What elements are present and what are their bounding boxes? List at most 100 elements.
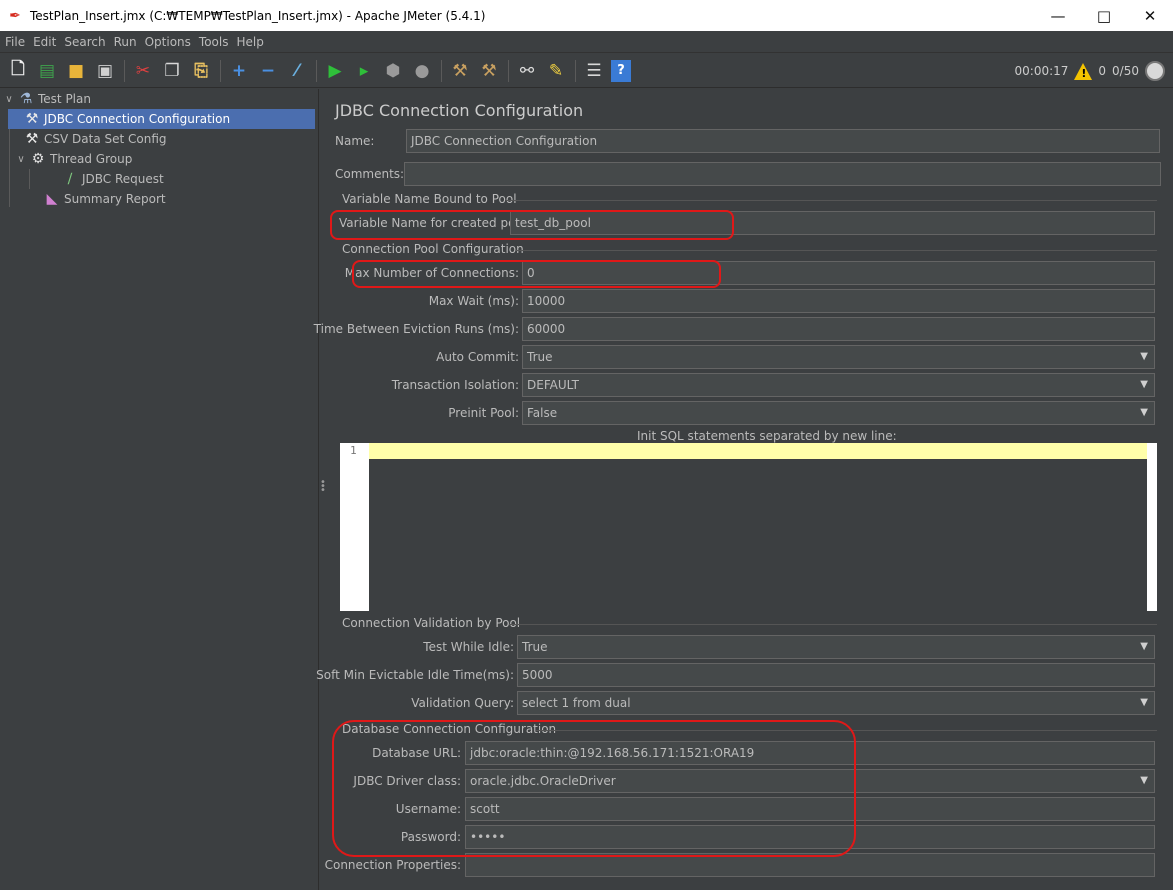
cut-icon[interactable]: ✂	[131, 59, 155, 83]
annotation-highlight-max-connections	[352, 260, 721, 288]
wrench-screwdriver-icon: ⚒	[25, 131, 39, 147]
pipette-icon: ∕	[67, 171, 73, 187]
function-helper-icon[interactable]: ☰	[582, 59, 606, 83]
init-sql-editor[interactable]: 1	[340, 443, 1157, 611]
preinit-pool-value: False	[527, 406, 558, 420]
menu-options[interactable]: Options	[142, 35, 194, 49]
page-title: JDBC Connection Configuration	[335, 101, 584, 120]
toolbar: 🗋 ▤ ■ ▣ ✂ ❐ ⎘ + − ⁄ ▶ ▸ ⬢ ● ⚒ ⚒ ⚯ ✎ ☰ ? …	[0, 54, 1173, 88]
close-button[interactable]: ✕	[1127, 7, 1173, 25]
annotation-highlight-pool-variable	[330, 210, 734, 240]
warning-icon[interactable]: !	[1074, 62, 1093, 80]
auto-commit-value: True	[527, 350, 553, 364]
preinit-pool-label: Preinit Pool:	[448, 406, 519, 420]
validation-group-title: Connection Validation by Pool	[342, 616, 521, 630]
auto-commit-label: Auto Commit:	[436, 350, 519, 364]
title-bar: ✒ TestPlan_Insert.jmx (C:₩TEMP₩TestPlan_…	[0, 0, 1173, 31]
comments-label: Comments:	[335, 167, 405, 181]
tree-item-label: Summary Report	[64, 192, 166, 206]
tree-item-label: Test Plan	[38, 92, 91, 106]
menu-run[interactable]: Run	[111, 35, 140, 49]
paste-icon[interactable]: ⎘	[189, 59, 213, 83]
new-icon[interactable]: 🗋	[6, 59, 30, 83]
toolbar-separator	[441, 59, 442, 82]
collapse-icon[interactable]: −	[256, 59, 280, 83]
config-panel: JDBC Connection Configuration Name: JDBC…	[314, 89, 1173, 890]
menu-bar: File Edit Search Run Options Tools Help	[0, 31, 1173, 53]
toolbar-separator	[220, 59, 221, 82]
expand-icon[interactable]: +	[227, 59, 251, 83]
remote-globe-icon[interactable]	[1145, 61, 1165, 81]
maximize-button[interactable]: □	[1081, 7, 1127, 25]
wrench-screwdriver-icon: ⚒	[25, 111, 39, 127]
splitter-handle[interactable]: • • •	[318, 89, 326, 890]
comments-field[interactable]	[404, 162, 1161, 186]
start-icon[interactable]: ▶	[323, 59, 347, 83]
open-icon[interactable]: ■	[64, 59, 88, 83]
elapsed-time: 00:00:17	[1014, 64, 1069, 78]
connection-properties-label: Connection Properties:	[324, 858, 461, 872]
dropdown-arrow-icon: ▼	[1140, 775, 1148, 786]
minimize-button[interactable]: —	[1035, 7, 1081, 25]
chevron-down-icon[interactable]: ∨	[2, 94, 16, 105]
tree-item-label: CSV Data Set Config	[44, 132, 167, 146]
tree-item-test-plan[interactable]: ∨ ⚗ Test Plan	[2, 89, 318, 109]
jmeter-feather-icon: ✒	[9, 7, 21, 24]
tree-item-label: JDBC Request	[82, 172, 164, 186]
menu-tools[interactable]: Tools	[196, 35, 232, 49]
reset-search-icon[interactable]: ✎	[544, 59, 568, 83]
tree-item-label: JDBC Connection Configuration	[44, 112, 231, 126]
test-while-idle-select[interactable]: True ▼	[517, 635, 1155, 659]
shutdown-icon[interactable]: ●	[410, 59, 434, 83]
copy-icon[interactable]: ❐	[160, 59, 184, 83]
menu-edit[interactable]: Edit	[30, 35, 59, 49]
auto-commit-select[interactable]: True ▼	[522, 345, 1155, 369]
annotation-highlight-db-connection	[332, 720, 856, 857]
preinit-pool-select[interactable]: False ▼	[522, 401, 1155, 425]
pool-config-group-title: Connection Pool Configuration	[342, 242, 524, 256]
group-divider	[516, 250, 1157, 251]
warning-count: 0	[1098, 64, 1107, 78]
validation-query-label: Validation Query:	[411, 696, 514, 710]
validation-query-value: select 1 from dual	[522, 696, 631, 710]
toggle-icon[interactable]: ⁄	[285, 59, 309, 83]
group-divider	[506, 200, 1157, 201]
menu-file[interactable]: File	[2, 35, 28, 49]
test-while-idle-label: Test While Idle:	[423, 640, 514, 654]
help-icon[interactable]: ?	[611, 59, 631, 82]
eviction-runs-field[interactable]: 60000	[522, 317, 1155, 341]
validation-query-select[interactable]: select 1 from dual ▼	[517, 691, 1155, 715]
transaction-isolation-value: DEFAULT	[527, 378, 579, 392]
start-no-pauses-icon[interactable]: ▸	[352, 59, 376, 83]
tree-item-csv-data-set-config[interactable]: ⚒ CSV Data Set Config	[22, 129, 312, 149]
search-icon[interactable]: ⚯	[515, 59, 539, 83]
soft-min-idle-field[interactable]: 5000	[517, 663, 1155, 687]
init-sql-text-area[interactable]	[369, 443, 1147, 611]
toolbar-separator	[575, 59, 576, 82]
clear-icon[interactable]: ⚒	[448, 59, 472, 83]
max-wait-field[interactable]: 10000	[522, 289, 1155, 313]
menu-search[interactable]: Search	[61, 35, 108, 49]
tree-item-jdbc-request[interactable]: ∕ JDBC Request	[60, 169, 310, 189]
dropdown-arrow-icon: ▼	[1140, 379, 1148, 390]
clear-all-icon[interactable]: ⚒	[477, 59, 501, 83]
save-icon[interactable]: ▣	[93, 59, 117, 83]
flask-icon: ⚗	[19, 91, 33, 107]
dropdown-arrow-icon: ▼	[1140, 641, 1148, 652]
thread-count: 0/50	[1112, 64, 1139, 78]
stop-icon[interactable]: ⬢	[381, 59, 405, 83]
line-number-gutter: 1	[340, 443, 369, 611]
init-sql-label: Init SQL statements separated by new lin…	[637, 429, 897, 443]
toolbar-separator	[508, 59, 509, 82]
templates-icon[interactable]: ▤	[35, 59, 59, 83]
tree-item-summary-report[interactable]: ◣ Summary Report	[42, 189, 312, 209]
max-wait-label: Max Wait (ms):	[428, 294, 519, 308]
name-field[interactable]: JDBC Connection Configuration	[406, 129, 1160, 153]
name-label: Name:	[335, 134, 375, 148]
status-area: 00:00:17 ! 0 0/50	[1009, 59, 1165, 83]
menu-help[interactable]: Help	[233, 35, 266, 49]
transaction-isolation-select[interactable]: DEFAULT ▼	[522, 373, 1155, 397]
chevron-down-icon[interactable]: ∨	[14, 154, 28, 165]
tree-item-thread-group[interactable]: ∨ ⚙ Thread Group	[17, 149, 312, 169]
tree-item-jdbc-connection-configuration[interactable]: ⚒ JDBC Connection Configuration	[8, 109, 315, 129]
